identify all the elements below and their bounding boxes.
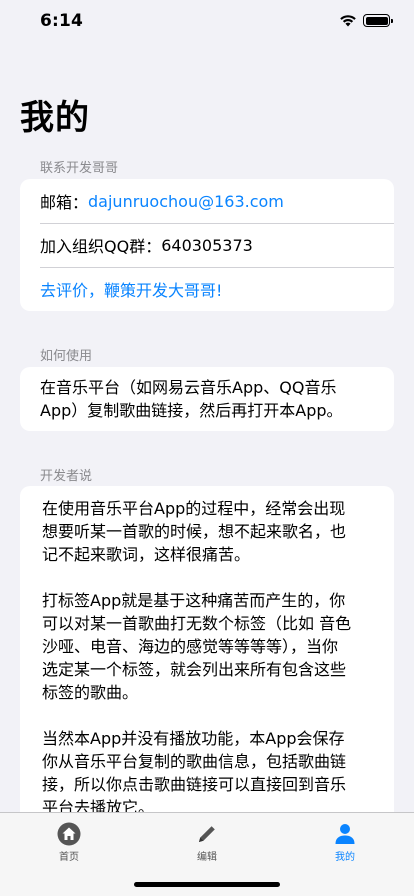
email-label: 邮箱： xyxy=(40,193,89,212)
tab-mine[interactable]: 我的 xyxy=(276,813,414,863)
home-indicator xyxy=(134,882,280,887)
qq-value: 640305373 xyxy=(161,235,253,255)
status-time: 6:14 xyxy=(40,11,84,31)
tab-home[interactable]: 首页 xyxy=(0,813,138,863)
qq-label: 加入组织QQ群： xyxy=(40,237,162,256)
tab-label: 编辑 xyxy=(197,852,217,863)
dev-paragraph-3: 当然本App并没有播放功能，本App会保存 你从音乐平台复制的歌曲信息，包括歌曲… xyxy=(42,727,374,812)
dev-line: 当然本App并没有播放功能，本App会保存 xyxy=(42,729,345,748)
dev-line: 记不起来歌词，这样很痛苦。 xyxy=(42,545,251,564)
email-link[interactable]: dajunruochou@163.com xyxy=(88,192,284,211)
tab-edit[interactable]: 编辑 xyxy=(138,813,276,863)
battery-icon xyxy=(363,14,393,27)
usage-line: 在音乐平台（如网易云音乐App、QQ音乐 xyxy=(40,378,337,397)
screen: 6:14 我的 联系开发哥哥 邮箱： dajunruochou@163.com … xyxy=(0,0,414,896)
dev-line: 接，所以你点击歌曲链接可以直接回到音乐 xyxy=(42,775,347,794)
pencil-icon xyxy=(195,821,219,846)
home-icon xyxy=(57,821,81,846)
dev-card: 在使用音乐平台App的过程中，经常会出现 想要听某一首歌的时候，想不起来歌名，也… xyxy=(20,486,394,812)
dev-line: 沙哑、电音、海边的感觉等等等等），当你 xyxy=(42,637,339,656)
dev-line: 打标签App就是基于这种痛苦而产生的，你 xyxy=(42,591,346,610)
dev-line: 选定某一个标签，就会列出来所有包含这些 xyxy=(42,660,347,679)
wifi-icon xyxy=(339,14,357,27)
dev-line: 在使用音乐平台App的过程中，经常会出现 xyxy=(42,499,346,518)
page-title: 我的 xyxy=(20,98,90,138)
dev-paragraph-2: 打标签App就是基于这种痛苦而产生的，你 可以对某一首歌曲打无数个标签（比如 音… xyxy=(42,589,374,704)
dev-section-header: 开发者说 xyxy=(40,469,93,484)
person-icon xyxy=(333,821,357,846)
contact-section-header: 联系开发哥哥 xyxy=(40,161,119,176)
tab-label: 我的 xyxy=(335,852,355,863)
dev-line: 你从音乐平台复制的歌曲信息，包括歌曲链 xyxy=(42,752,347,771)
usage-section-header: 如何使用 xyxy=(40,349,93,364)
dev-line: 平台去播放它。 xyxy=(42,798,155,812)
dev-line: 标签的歌曲。 xyxy=(42,683,139,702)
status-bar: 6:14 xyxy=(0,0,414,44)
contact-card: 邮箱： dajunruochou@163.com 加入组织QQ群： 640305… xyxy=(20,179,394,311)
qq-row: 加入组织QQ群： 640305373 xyxy=(20,223,394,267)
usage-text: 在音乐平台（如网易云音乐App、QQ音乐 App）复制歌曲链接，然后再打开本Ap… xyxy=(40,376,374,422)
dev-line: 想要听某一首歌的时候，想不起来歌名，也 xyxy=(42,522,347,541)
email-row: 邮箱： dajunruochou@163.com xyxy=(20,179,394,223)
status-icons xyxy=(339,14,393,27)
dev-line: 可以对某一首歌曲打无数个标签（比如 音色 xyxy=(42,614,352,633)
dev-paragraph-1: 在使用音乐平台App的过程中，经常会出现 想要听某一首歌的时候，想不起来歌名，也… xyxy=(42,497,374,566)
usage-card: 在音乐平台（如网易云音乐App、QQ音乐 App）复制歌曲链接，然后再打开本Ap… xyxy=(20,367,394,431)
tab-label: 首页 xyxy=(59,852,79,863)
review-link[interactable]: 去评价，鞭策开发大哥哥! xyxy=(20,267,394,311)
usage-line: App）复制歌曲链接，然后再打开本App。 xyxy=(40,401,343,420)
